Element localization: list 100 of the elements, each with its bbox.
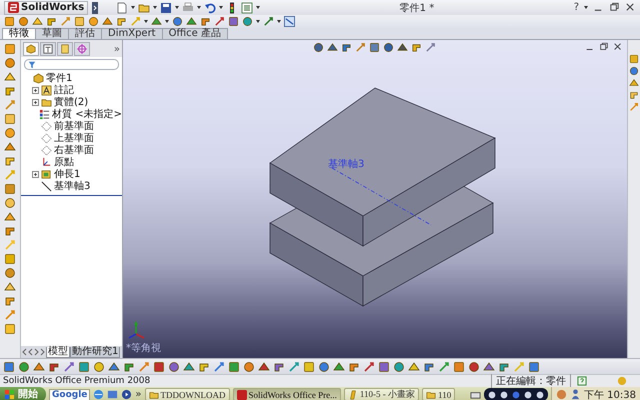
keyboard-icon[interactable]: [470, 389, 481, 400]
triangle-icon[interactable]: [4, 281, 16, 293]
arrow-icon[interactable]: [263, 16, 274, 27]
caret-icon[interactable]: [584, 5, 588, 10]
desktop-icon[interactable]: [107, 389, 118, 400]
tree-item[interactable]: 伸長1: [54, 167, 80, 181]
undo-icon[interactable]: [204, 2, 216, 14]
taskbar-button[interactable]: 110-5 - 小畫家: [344, 388, 420, 400]
square-icon[interactable]: [369, 42, 380, 53]
circle-icon[interactable]: [243, 360, 255, 372]
arrow-icon[interactable]: [213, 360, 225, 372]
tree-item[interactable]: 材質 <未指定>: [52, 107, 122, 121]
triangle-icon[interactable]: [32, 16, 43, 27]
close-icon[interactable]: [625, 2, 636, 13]
tree-item[interactable]: 上基準面: [54, 131, 94, 145]
triangle-icon[interactable]: [327, 42, 338, 53]
square-icon[interactable]: [378, 360, 390, 372]
taskbar-button[interactable]: 110: [422, 388, 456, 400]
circle-icon[interactable]: [383, 42, 394, 53]
expander-icon[interactable]: [32, 170, 38, 178]
view-icon[interactable]: [284, 16, 295, 27]
ribbon-tab[interactable]: 評估: [68, 28, 102, 39]
triangle-icon[interactable]: [108, 360, 120, 372]
caret-icon[interactable]: [256, 19, 260, 24]
configuration-icon[interactable]: [60, 44, 70, 54]
arrow-icon[interactable]: [214, 16, 225, 27]
expander-icon[interactable]: [32, 86, 38, 94]
filter-field[interactable]: [24, 59, 119, 70]
triangle-icon[interactable]: [183, 360, 195, 372]
taskbar-button[interactable]: SolidWorks Office Pre...: [232, 388, 341, 400]
square-icon[interactable]: [453, 360, 465, 372]
panel-tab[interactable]: 模型: [46, 346, 70, 358]
block-icon[interactable]: [4, 155, 16, 167]
square-icon[interactable]: [4, 16, 15, 27]
circle-icon[interactable]: [629, 66, 639, 76]
expand-button[interactable]: »: [114, 44, 120, 54]
triangle-icon[interactable]: [397, 42, 408, 53]
circle-icon[interactable]: [318, 360, 330, 372]
triangle-icon[interactable]: [629, 78, 639, 88]
ribbon-tab[interactable]: 草圖: [35, 28, 69, 39]
crosshair-icon[interactable]: [77, 44, 87, 54]
expander-icon[interactable]: [32, 98, 38, 106]
square-icon[interactable]: [4, 253, 16, 265]
ribbon-tab[interactable]: DimXpert: [101, 28, 163, 39]
square-icon[interactable]: [4, 323, 16, 335]
triangle-icon[interactable]: [483, 360, 495, 372]
block-icon[interactable]: [341, 42, 352, 53]
circle-icon[interactable]: [172, 16, 183, 27]
square-icon[interactable]: [629, 54, 639, 64]
circle-icon[interactable]: [18, 360, 30, 372]
options-icon[interactable]: [241, 2, 254, 14]
tree-item[interactable]: 前基準面: [54, 119, 94, 133]
person-icon[interactable]: [570, 389, 581, 400]
caret-icon[interactable]: [197, 5, 202, 10]
triangle-icon[interactable]: [151, 16, 162, 27]
arrow-icon[interactable]: [363, 360, 375, 372]
tree-item[interactable]: 零件1: [46, 71, 72, 85]
square-icon[interactable]: [4, 43, 16, 55]
caret-icon[interactable]: [165, 19, 169, 24]
browser-icon[interactable]: [93, 389, 104, 400]
media-icon[interactable]: [121, 389, 132, 400]
tree-item[interactable]: 實體(2): [54, 95, 88, 109]
media-player-bar[interactable]: [484, 388, 548, 400]
square-icon[interactable]: [74, 16, 85, 27]
block-icon[interactable]: [4, 85, 16, 97]
arrow-icon[interactable]: [63, 360, 75, 372]
help-icon[interactable]: [577, 376, 587, 386]
triangle-icon[interactable]: [102, 16, 113, 27]
circle-icon[interactable]: [88, 16, 99, 27]
ribbon-tab[interactable]: 特徵: [2, 28, 36, 39]
arrow-icon[interactable]: [438, 360, 450, 372]
help-button[interactable]: ?: [574, 2, 579, 13]
property-icon[interactable]: [43, 44, 53, 54]
block-icon[interactable]: [4, 295, 16, 307]
square-icon[interactable]: [78, 360, 90, 372]
triangle-icon[interactable]: [4, 71, 16, 83]
restore-icon[interactable]: [609, 2, 620, 13]
search-field[interactable]: Google: [49, 388, 90, 400]
caret-icon[interactable]: [219, 5, 224, 10]
triangle-icon[interactable]: [408, 360, 420, 372]
circle-icon[interactable]: [4, 127, 16, 139]
circle-icon[interactable]: [4, 267, 16, 279]
square-icon[interactable]: [4, 113, 16, 125]
circle-icon[interactable]: [4, 57, 16, 69]
triangle-icon[interactable]: [33, 360, 45, 372]
square-icon[interactable]: [3, 360, 15, 372]
circle-icon[interactable]: [168, 360, 180, 372]
caret-icon[interactable]: [256, 5, 260, 10]
square-icon[interactable]: [228, 360, 240, 372]
caret-icon[interactable]: [153, 5, 158, 10]
block-icon[interactable]: [629, 90, 639, 100]
circle-icon[interactable]: [468, 360, 480, 372]
arrow-icon[interactable]: [425, 42, 436, 53]
square-icon[interactable]: [303, 360, 315, 372]
tree-item[interactable]: 註記: [54, 83, 74, 97]
triangle-icon[interactable]: [258, 360, 270, 372]
square-icon[interactable]: [153, 360, 165, 372]
square-icon[interactable]: [528, 360, 540, 372]
caret-icon[interactable]: [175, 5, 180, 10]
circle-icon[interactable]: [393, 360, 405, 372]
